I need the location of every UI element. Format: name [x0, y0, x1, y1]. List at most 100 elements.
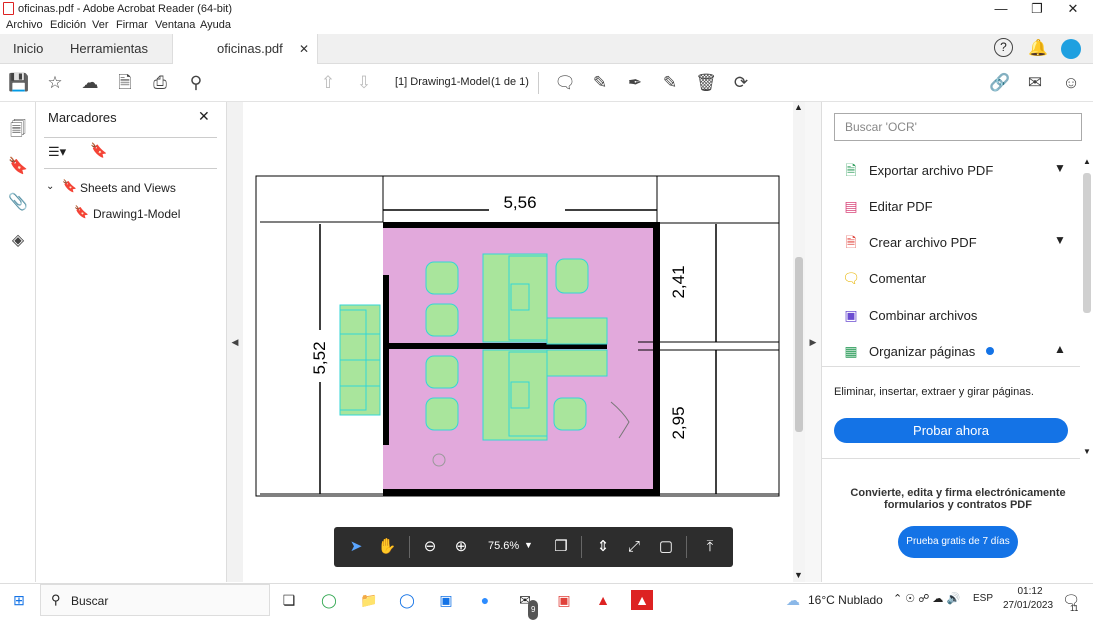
tool-organize[interactable]: ▦ Organizar páginas ▲ — [834, 338, 1074, 366]
save-icon[interactable]: 💾 — [6, 70, 32, 96]
toolbar-separator — [538, 72, 539, 94]
zoom-app-icon[interactable]: ● — [474, 590, 496, 610]
clock-date[interactable]: 27/01/2023 — [998, 600, 1058, 611]
add-user-icon[interactable]: ☺ — [1058, 70, 1084, 96]
share-link-icon[interactable]: 🔗 — [987, 70, 1013, 96]
free-trial-button[interactable]: Prueba gratis de 7 días — [898, 526, 1018, 558]
tab-document[interactable]: oficinas.pdf ✕ — [172, 34, 318, 64]
zoom-out-icon[interactable]: ⊖ — [418, 536, 442, 558]
wall-left — [383, 275, 389, 445]
tools-scrollbar[interactable]: ▲ ▼ — [1082, 157, 1092, 457]
layers-icon[interactable]: ◈ — [7, 230, 29, 252]
full-screen-icon[interactable]: ▢ — [654, 536, 678, 558]
page-label[interactable]: [1] Drawing1-Model — [395, 76, 490, 88]
user-avatar[interactable] — [1061, 39, 1081, 59]
scroll-down-icon[interactable]: ▼ — [794, 570, 803, 580]
mail-app-icon[interactable]: ✉ 9 — [514, 590, 539, 620]
pages-icon[interactable]: 🗐 — [7, 118, 29, 140]
taskbar-search[interactable]: ⚲ Buscar — [40, 584, 270, 616]
language-indicator[interactable]: ESP — [973, 593, 993, 604]
acrobat-reader-taskbar-icon[interactable]: ▲ — [631, 590, 653, 610]
clock-time[interactable]: 01:12 — [1008, 586, 1052, 597]
menu-firmar[interactable]: Firmar — [116, 19, 148, 31]
select-pointer-icon[interactable]: ➤ — [344, 536, 368, 558]
minimize-icon[interactable]: — — [983, 0, 1019, 18]
organize-pages-icon: ▦ — [844, 343, 858, 359]
bookmark-child[interactable]: Drawing1-Model — [93, 207, 180, 221]
notification-icon[interactable]: 🗨 11 — [1060, 590, 1082, 613]
trash-icon[interactable]: 🗑 — [693, 70, 719, 96]
mail-badge: 9 — [528, 600, 539, 620]
tool-export-pdf[interactable]: 🗎 Exportar archivo PDF ▼ — [834, 157, 1074, 185]
print-icon[interactable]: ⎙ — [147, 70, 173, 96]
new-bookmark-icon[interactable]: 🔖 — [90, 142, 107, 159]
bookmark-root[interactable]: Sheets and Views — [80, 181, 176, 195]
bell-icon[interactable]: 🔔 — [1027, 38, 1049, 60]
menu-edicion[interactable]: Edición — [50, 19, 86, 31]
close-tab-icon[interactable]: ✕ — [299, 34, 309, 64]
edge-icon[interactable]: ◯ — [396, 590, 418, 610]
close-window-icon[interactable]: ✕ — [1055, 0, 1091, 18]
menu-archivo[interactable]: Archivo — [6, 19, 43, 31]
attachment-icon[interactable]: 📎 — [7, 192, 29, 214]
bookmark-options-icon[interactable]: ☰▾ — [48, 144, 66, 160]
tab-home[interactable]: Inicio — [13, 34, 43, 64]
menu-ayuda[interactable]: Ayuda — [200, 19, 231, 31]
next-page-icon[interactable]: ⇩ — [351, 70, 377, 96]
chair — [425, 397, 459, 431]
acrobat-taskbar-icon[interactable]: ▲ — [592, 590, 614, 610]
file-explorer-icon[interactable]: 📁 — [358, 590, 380, 610]
bookmark-icon[interactable]: 🔖 — [7, 156, 29, 178]
fit-page-icon[interactable]: ⇕ — [591, 536, 615, 558]
comment-icon[interactable]: 🗨 — [552, 70, 578, 96]
create-pdf-icon: 🗎 — [845, 234, 857, 250]
chrome-icon[interactable]: ◯ — [318, 590, 340, 610]
windows-start-icon[interactable]: ⊞ — [8, 590, 30, 610]
cloud-upload-icon[interactable]: ☁ — [77, 70, 103, 96]
tool-combine[interactable]: ▣ Combinar archivos — [834, 302, 1074, 330]
tool-create-pdf[interactable]: 🗎 Crear archivo PDF ▼ — [834, 229, 1074, 257]
office-icon[interactable]: ▣ — [553, 590, 575, 610]
tray-icons[interactable]: ⌃ ☉ ☍ ☁ 🔊 — [893, 592, 960, 605]
share-upload-icon[interactable]: ⤒ — [698, 536, 722, 558]
collapse-left-panel-handle[interactable]: ◀ — [227, 102, 243, 582]
restore-icon[interactable]: ❐ — [1019, 0, 1055, 18]
try-now-button[interactable]: Probar ahora — [834, 418, 1068, 443]
menu-ver[interactable]: Ver — [92, 19, 109, 31]
star-icon[interactable]: ☆ — [42, 70, 68, 96]
store-icon[interactable]: ▣ — [435, 590, 457, 610]
zoom-search-icon[interactable]: ⚲ — [183, 70, 209, 96]
edit-pdf-icon[interactable]: ✎ — [657, 70, 683, 96]
hand-tool-icon[interactable]: ✋ — [375, 536, 399, 558]
sign-icon[interactable]: ✒ — [622, 70, 648, 96]
scroll-up-icon[interactable]: ▲ — [794, 102, 803, 112]
task-view-icon[interactable]: ❏ — [278, 590, 300, 610]
tab-document-label: oficinas.pdf — [217, 41, 283, 56]
zoom-in-icon[interactable]: ⊕ — [449, 536, 473, 558]
menu-ventana[interactable]: Ventana — [155, 19, 195, 31]
weather-text[interactable]: 16°C Nublado — [808, 593, 883, 607]
tab-bar: Inicio Herramientas oficinas.pdf ✕ ? 🔔 — [0, 34, 1093, 64]
page-count: (1 de 1) — [491, 76, 529, 88]
document-scrollbar[interactable]: ▲ ▼ — [793, 102, 805, 582]
chevron-down-icon[interactable]: ⌄ — [46, 181, 54, 192]
combine-files-icon: ▣ — [844, 307, 858, 323]
document-view[interactable]: 5,56 5,52 2,41 2,95 — [243, 102, 793, 582]
previous-page-icon[interactable]: ⇧ — [315, 70, 341, 96]
page-view-icon[interactable]: ❐ — [549, 536, 573, 558]
zoom-dropdown-icon[interactable]: ▼ — [524, 540, 533, 550]
tool-search-input[interactable]: Buscar 'OCR' — [834, 113, 1082, 141]
create-pdf-icon[interactable]: 🗎 — [112, 70, 138, 96]
help-icon[interactable]: ? — [994, 38, 1013, 57]
tool-comment[interactable]: 🗨 Comentar — [834, 265, 1074, 293]
tool-edit-pdf[interactable]: ▤ Editar PDF — [834, 193, 1074, 221]
collapse-right-panel-handle[interactable]: ▶ — [805, 102, 821, 582]
tab-tools[interactable]: Herramientas — [70, 34, 148, 64]
zoom-level[interactable]: 75.6% — [488, 540, 519, 552]
close-panel-icon[interactable]: ✕ — [198, 108, 210, 125]
rotate-icon[interactable]: ⟳ — [728, 70, 754, 96]
fit-width-icon[interactable]: ⤢ — [622, 536, 646, 558]
pen-icon[interactable]: ✎ — [587, 70, 613, 96]
mail-icon[interactable]: ✉ — [1022, 70, 1048, 96]
scrollbar-thumb[interactable] — [795, 257, 803, 432]
